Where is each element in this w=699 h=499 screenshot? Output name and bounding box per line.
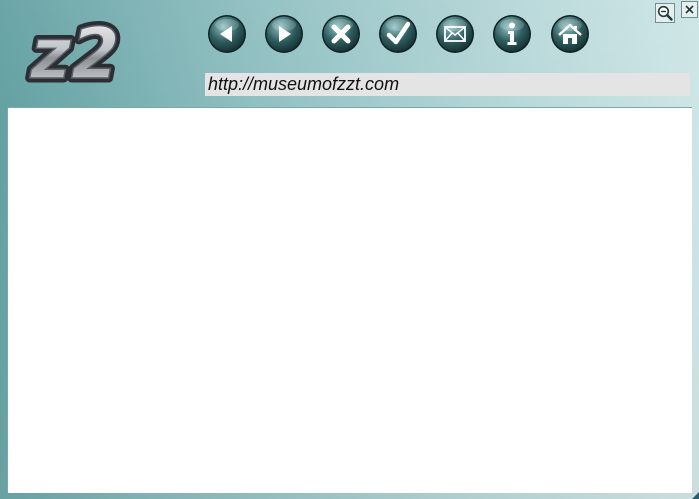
svg-text:z2: z2 [29, 16, 119, 88]
resize-grip[interactable] [689, 489, 699, 499]
back-button[interactable] [207, 14, 247, 54]
browser-window: z2 z2 http://museumofzzt.com [0, 0, 699, 499]
zoom-button[interactable] [655, 3, 675, 23]
close-button[interactable] [681, 1, 698, 18]
envelope-icon [436, 15, 474, 53]
content-pane[interactable] [7, 107, 692, 493]
checkmark-icon [379, 15, 417, 53]
home-button[interactable] [550, 14, 590, 54]
stop-button[interactable] [321, 14, 361, 54]
info-icon [493, 15, 531, 53]
url-text: http://museumofzzt.com [208, 74, 400, 94]
resize-grip-icon [692, 492, 699, 499]
address-bar[interactable]: http://museumofzzt.com [205, 73, 690, 96]
forward-button[interactable] [264, 14, 304, 54]
arrow-right-icon [265, 15, 303, 53]
arrow-left-icon [208, 15, 246, 53]
ok-button[interactable] [378, 14, 418, 54]
magnifier-minus-icon [657, 5, 673, 21]
house-icon [551, 15, 589, 53]
mail-button[interactable] [435, 14, 475, 54]
z2-logo: z2 z2 [22, 16, 128, 88]
info-button[interactable] [492, 14, 532, 54]
close-icon [685, 5, 694, 14]
x-icon [322, 15, 360, 53]
